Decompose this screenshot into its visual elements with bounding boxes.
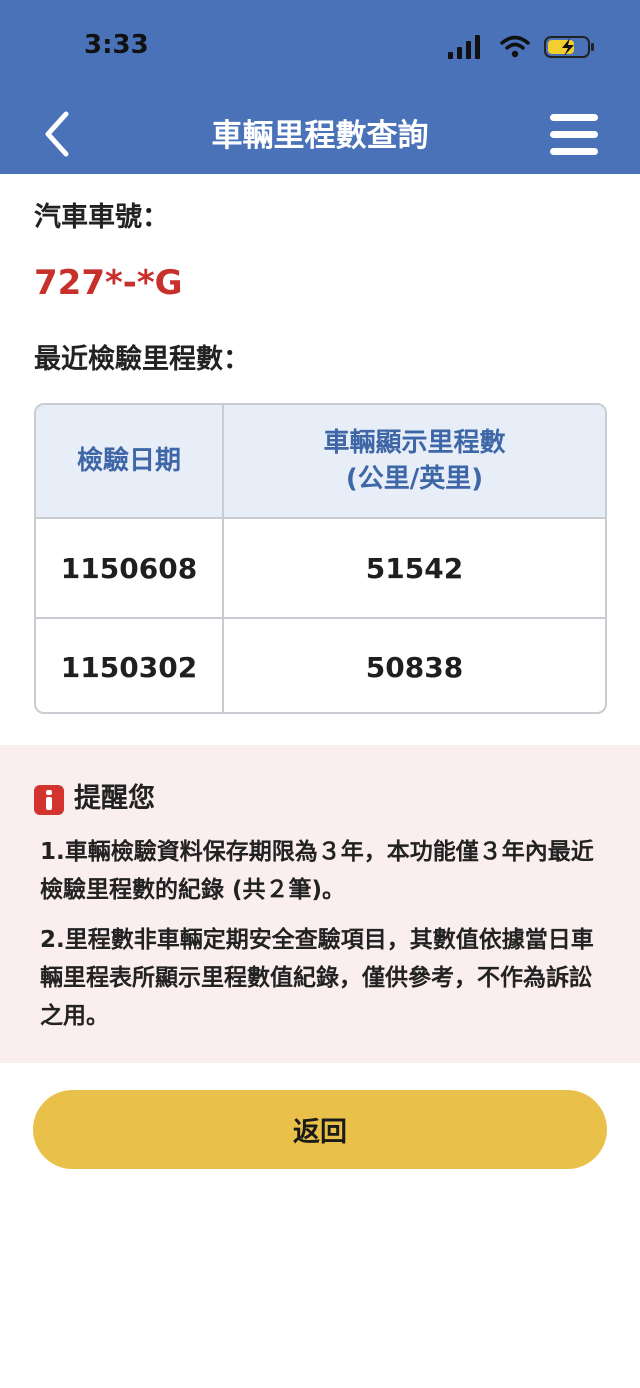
- back-button[interactable]: [36, 106, 80, 162]
- column-header-date: 檢驗日期: [36, 405, 224, 517]
- column-header-mileage: 車輛顯示里程數 (公里/英里): [224, 405, 605, 517]
- signal-icon: [448, 35, 480, 59]
- reminder-item: 1.車輛檢驗資料保存期限為３年，本功能僅３年內最近檢驗里程數的紀錄 (共２筆)。: [40, 839, 594, 903]
- recent-mileage-label: 最近檢驗里程數：: [34, 344, 250, 375]
- page-title: 車輛里程數查詢: [211, 118, 429, 154]
- reminder-item: 2.里程數非車輛定期安全查驗項目，其數值依據當日車輛里程表所顯示里程數值紀錄，僅…: [40, 927, 594, 1029]
- mileage-cell: 50838: [365, 651, 464, 684]
- plate-number: 727*-*G: [34, 263, 183, 303]
- status-time: 3:33: [84, 30, 149, 60]
- plate-label: 汽車車號：: [34, 202, 169, 233]
- reminder-title: 提醒您: [74, 783, 155, 814]
- inspection-date-cell: 1150608: [36, 519, 224, 617]
- column-header-mileage-unit: (公里/英里): [345, 464, 484, 494]
- chevron-left-icon: [45, 111, 69, 157]
- table-row: 1150608 51542: [36, 519, 605, 619]
- app-header: 3:33 車輛里程數查詢: [0, 0, 640, 174]
- mileage-table: 檢驗日期 車輛顯示里程數 (公里/英里) 1150608 51542 11503…: [34, 403, 607, 714]
- battery-icon: [544, 36, 594, 58]
- wifi-icon: [500, 35, 530, 58]
- info-icon: [34, 785, 64, 815]
- table-header-row: 檢驗日期 車輛顯示里程數 (公里/英里): [36, 405, 605, 519]
- return-button[interactable]: 返回: [33, 1090, 607, 1169]
- menu-button[interactable]: [548, 112, 602, 158]
- inspection-date-cell: 1150302: [36, 619, 224, 712]
- reminder-panel: 提醒您 1.車輛檢驗資料保存期限為３年，本功能僅３年內最近檢驗里程數的紀錄 (共…: [0, 745, 640, 1063]
- column-header-mileage-title: 車輛顯示里程數: [323, 428, 506, 458]
- table-row: 1150302 50838: [36, 619, 605, 712]
- mileage-cell: 51542: [365, 551, 464, 585]
